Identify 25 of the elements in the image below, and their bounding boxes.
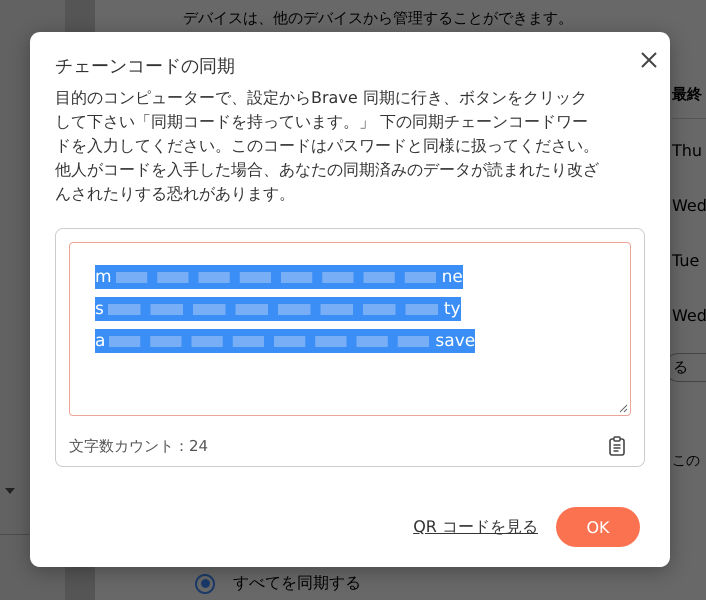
close-icon[interactable]	[641, 52, 657, 68]
code-text: m	[95, 265, 112, 289]
resize-grip-icon[interactable]	[619, 404, 628, 413]
radio-label: すべてを同期する	[233, 573, 361, 594]
dialog-title: チェーンコードの同期	[55, 55, 235, 78]
ok-button[interactable]: OK	[556, 507, 640, 547]
dialog-description: 目的のコンピューターで、設定からBrave 同期に行き、ボタンをクリックして下さい「同期コードを持っています。」 下の同期チェーンコードワードを入力してください。このコードはパスワードと同様に扱ってください。他人がコードを入手した場合、あなたの同期済みのデータが読まれたり改ざんされたりする恐れがあります。	[55, 87, 600, 205]
radio-button[interactable]	[195, 574, 215, 594]
clipboard-icon[interactable]	[609, 436, 625, 456]
page-text: この	[672, 452, 701, 470]
column-header: 最終	[672, 85, 706, 119]
code-text: ty	[444, 297, 461, 321]
code-field[interactable]: m ne s ty a save	[69, 242, 631, 416]
code-text: s	[95, 297, 104, 321]
intro-text: デバイスは、他のデバイスから管理することができます。	[183, 8, 574, 28]
dropdown-caret-icon[interactable]	[5, 488, 15, 494]
code-text: save	[435, 329, 476, 353]
date-cell-text: Wed	[672, 306, 706, 327]
code-text: ne	[442, 265, 463, 289]
date-cell-text: Tue	[672, 251, 700, 272]
code-text: a	[95, 329, 106, 353]
word-count: 文字数カウント：24	[69, 436, 208, 456]
qr-code-link[interactable]: QR コードを見る	[413, 516, 538, 538]
date-cell-text: Thu	[672, 141, 704, 162]
date-cell-text: Wed	[672, 196, 706, 217]
